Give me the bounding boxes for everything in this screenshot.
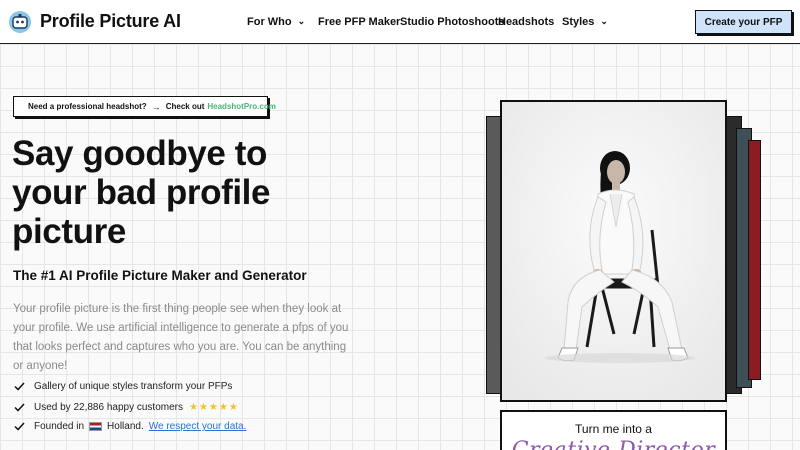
stacked-photo-card (748, 140, 761, 380)
example-profile-photo (500, 100, 727, 402)
feature-text: Gallery of unique styles transform your … (34, 381, 233, 392)
create-pfp-button[interactable]: Create your PFP (695, 10, 792, 34)
check-icon (14, 422, 25, 431)
rating-stars-icon: ★★★★★ (188, 402, 239, 413)
nav-label: Headshots (498, 16, 555, 28)
woman-on-chair-illustration (502, 102, 725, 400)
promo-check-out: Check out (165, 102, 205, 111)
brand-name[interactable]: Profile Picture AI (40, 11, 181, 32)
headshotpro-link[interactable]: HeadshotPro.com (207, 102, 275, 111)
hero-title-line: your bad profile (12, 173, 271, 212)
hero-title-line: Say goodbye to (12, 134, 267, 173)
netherlands-flag-icon (89, 422, 103, 431)
arrow-right-icon: → (151, 101, 161, 112)
chevron-down-icon: ⌄ (297, 16, 306, 26)
nav-styles[interactable]: Styles ⌄ (562, 16, 608, 28)
feature-text: Used by 22,886 happy customers (34, 402, 183, 413)
respect-data-link[interactable]: We respect your data. (149, 421, 247, 432)
hero-subtitle: The #1 AI Profile Picture Maker and Gene… (13, 268, 307, 283)
feature-styles: Gallery of unique styles transform your … (14, 381, 232, 392)
promo-text: Need a professional headshot? (28, 102, 147, 111)
nav-studio-photoshoots[interactable]: Studio Photoshoots (400, 16, 504, 28)
site-header: Profile Picture AI For Who ⌄ Free PFP Mak… (0, 0, 800, 44)
caption-intro: Turn me into a (575, 422, 652, 436)
feature-customers: Used by 22,886 happy customers ★★★★★ (14, 402, 239, 413)
nav-label: Styles (562, 16, 595, 28)
feature-founded: Founded in Holland. We respect your data… (14, 421, 246, 432)
nav-label: Free PFP Maker (318, 16, 401, 28)
style-caption-card: Turn me into a Creative Director (500, 410, 727, 450)
feature-place: Holland. (107, 421, 144, 432)
nav-label: For Who (247, 16, 292, 28)
nav-label: Studio Photoshoots (400, 16, 505, 28)
nav-for-who[interactable]: For Who ⌄ (247, 16, 305, 28)
nav-headshots[interactable]: Headshots (498, 16, 554, 28)
check-icon (14, 382, 25, 391)
logo-icon[interactable] (8, 10, 32, 34)
nav-free-pfp-maker[interactable]: Free PFP Maker (318, 16, 400, 28)
hero-description: Your profile picture is the first thing … (13, 303, 349, 372)
check-icon (14, 403, 25, 412)
headshot-promo-banner[interactable]: Need a professional headshot? → Check ou… (13, 96, 276, 117)
feature-text: Founded in (34, 421, 85, 432)
hero-title-line: picture (12, 212, 126, 251)
caption-role: Creative Director (502, 438, 725, 450)
hero-title: Say goodbye to your bad profile picture (12, 134, 342, 251)
chevron-down-icon: ⌄ (600, 16, 608, 26)
